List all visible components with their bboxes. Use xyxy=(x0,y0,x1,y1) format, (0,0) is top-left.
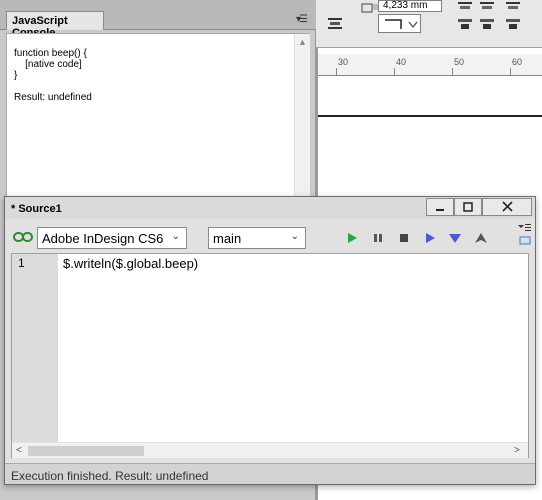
scroll-right-icon[interactable]: > xyxy=(514,445,520,456)
target-application-value: Adobe InDesign CS6 xyxy=(42,231,164,246)
pause-icon[interactable] xyxy=(371,231,385,245)
ruler-label: 60 xyxy=(512,57,523,67)
horizontal-scrollbar[interactable]: < > xyxy=(12,442,528,458)
chevron-down-icon: ⌄ xyxy=(290,231,299,242)
scroll-left-icon[interactable]: < xyxy=(16,445,22,456)
stroke-style-icon xyxy=(385,19,418,29)
console-output-area[interactable]: function beep() { [native code] } Result… xyxy=(6,33,310,201)
ruler-label: 50 xyxy=(454,57,465,67)
console-vertical-scrollbar[interactable]: ▲ xyxy=(294,34,310,200)
line-number: 1 xyxy=(18,256,25,270)
link-icon[interactable] xyxy=(13,231,33,243)
maximize-icon xyxy=(463,202,473,212)
code-line[interactable]: $.writeln($.global.beep) xyxy=(63,256,198,271)
minimize-button[interactable] xyxy=(426,198,454,216)
engine-value: main xyxy=(213,231,242,246)
scrollbar-thumb[interactable] xyxy=(28,446,144,456)
minimize-icon xyxy=(436,209,444,211)
ruler-label: 30 xyxy=(338,57,349,67)
tab-javascript-console[interactable]: JavaScript Console xyxy=(6,11,104,39)
page-edge-line xyxy=(316,115,542,117)
console-output-text: function beep() { [native code] } Result… xyxy=(14,48,92,103)
console-tab-bar: JavaScript Console ▾☰ xyxy=(0,0,316,39)
editor-toolbar: Adobe InDesign CS6 ⌄ main ⌄ xyxy=(5,221,535,251)
line-number-gutter: 1 xyxy=(12,254,58,442)
close-button[interactable] xyxy=(482,198,532,216)
align-bottom-icon[interactable] xyxy=(324,16,346,32)
status-bar: Execution finished. Result: undefined xyxy=(5,463,535,484)
editor-menu-icon[interactable] xyxy=(516,223,532,245)
stop-icon[interactable] xyxy=(397,231,411,245)
step-over-icon[interactable] xyxy=(423,231,437,245)
maximize-button[interactable] xyxy=(454,198,482,216)
window-controls xyxy=(426,197,534,217)
status-message: Execution finished. Result: undefined xyxy=(11,469,209,483)
measurement-field[interactable]: 4,233 mm xyxy=(378,0,442,12)
chevron-down-icon: ⌄ xyxy=(171,231,180,242)
window-title: * Source1 xyxy=(11,203,62,215)
ruler-tick xyxy=(336,68,337,75)
align-buttons-icon[interactable] xyxy=(456,2,542,32)
code-editor[interactable]: 1 $.writeln($.global.beep) < > xyxy=(11,253,529,458)
step-into-icon[interactable] xyxy=(448,231,462,245)
source-editor-window[interactable]: * Source1 Adobe InDesign CS6 ⌄ main ⌄ 1 … xyxy=(4,196,536,485)
engine-select[interactable]: main ⌄ xyxy=(208,227,306,249)
window-titlebar[interactable]: * Source1 xyxy=(5,197,535,219)
ruler-tick xyxy=(452,68,453,75)
run-icon[interactable] xyxy=(345,231,359,245)
ruler-tick xyxy=(394,68,395,75)
horizontal-ruler: 30 40 50 60 xyxy=(316,54,542,76)
target-application-select[interactable]: Adobe InDesign CS6 ⌄ xyxy=(37,227,187,249)
stroke-weight-icon[interactable] xyxy=(360,0,380,14)
close-icon xyxy=(501,201,513,212)
step-out-icon[interactable] xyxy=(474,231,488,245)
ruler-label: 40 xyxy=(396,57,407,67)
ruler-tick xyxy=(510,68,511,75)
scroll-up-icon[interactable]: ▲ xyxy=(298,37,307,47)
panel-menu-icon[interactable]: ▾☰ xyxy=(296,14,308,25)
stroke-type-dropdown[interactable] xyxy=(378,14,421,33)
